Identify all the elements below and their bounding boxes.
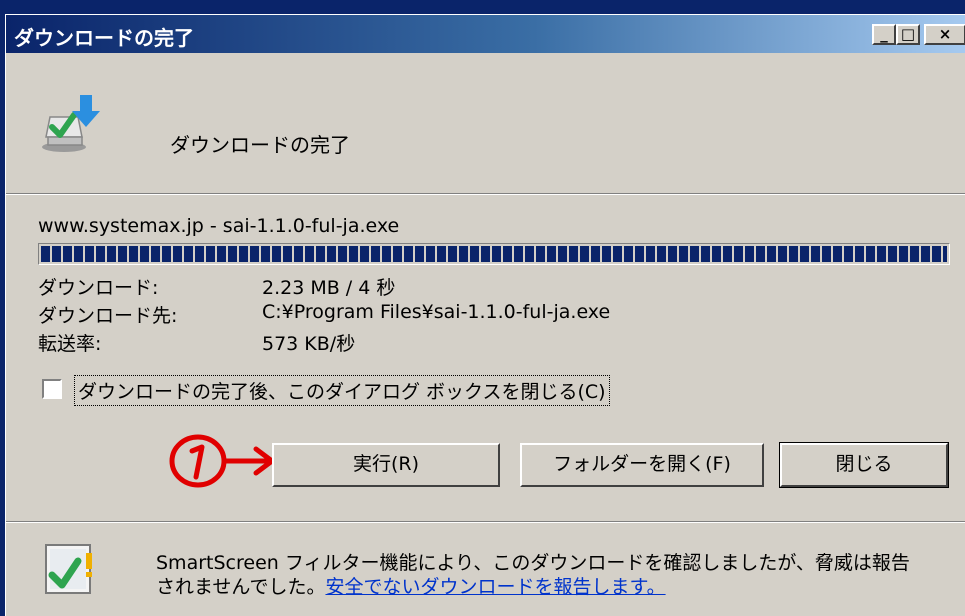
title-bar[interactable]: ダウンロードの完了 _ □ × xyxy=(6,15,965,53)
maximize-button[interactable]: □ xyxy=(896,24,920,45)
run-button[interactable]: 実行(R) xyxy=(272,443,500,487)
report-unsafe-download-link[interactable]: 安全でないダウンロードを報告します。 xyxy=(325,576,665,598)
download-complete-dialog: ダウンロードの完了 _ □ × ダウンロードの完了 www.systemax.j… xyxy=(5,14,965,616)
downloaded-label: ダウンロード: xyxy=(38,277,159,299)
download-progress-bar xyxy=(38,243,950,265)
transfer-rate-label: 転送率: xyxy=(38,333,102,355)
smartscreen-line-1: SmartScreen フィルター機能により、このダウンロードを確認しましたが、… xyxy=(156,552,910,574)
open-folder-button[interactable]: フォルダーを開く(F) xyxy=(520,443,764,487)
download-complete-icon xyxy=(42,95,100,152)
smartscreen-shield-icon xyxy=(45,544,92,594)
separator xyxy=(6,521,965,523)
smartscreen-line-2: されませんでした。安全でないダウンロードを報告します。 xyxy=(156,575,910,599)
header-text: ダウンロードの完了 xyxy=(170,133,350,157)
close-window-button[interactable]: × xyxy=(924,24,965,45)
close-button[interactable]: 閉じる xyxy=(779,442,949,488)
smartscreen-message: SmartScreen フィルター機能により、このダウンロードを確認しましたが、… xyxy=(156,551,910,599)
destination-value: C:¥Program Files¥sai-1.1.0-ful-ja.exe xyxy=(262,301,611,323)
close-on-complete-label[interactable]: ダウンロードの完了後、このダイアログ ボックスを閉じる(C) xyxy=(74,375,610,406)
window-title: ダウンロードの完了 xyxy=(14,26,194,50)
downloaded-value: 2.23 MB / 4 秒 xyxy=(262,277,396,299)
progress-fill xyxy=(41,246,947,262)
smartscreen-line-2-text: されませんでした。 xyxy=(156,576,326,598)
transfer-rate-value: 573 KB/秒 xyxy=(262,333,356,355)
red-annotation-arrow xyxy=(169,434,275,488)
minimize-button[interactable]: _ xyxy=(872,24,896,45)
close-on-complete-checkbox[interactable] xyxy=(42,379,62,399)
destination-label: ダウンロード先: xyxy=(38,305,178,327)
download-source: www.systemax.jp - sai-1.1.0-ful-ja.exe xyxy=(38,215,400,237)
separator xyxy=(6,193,965,195)
